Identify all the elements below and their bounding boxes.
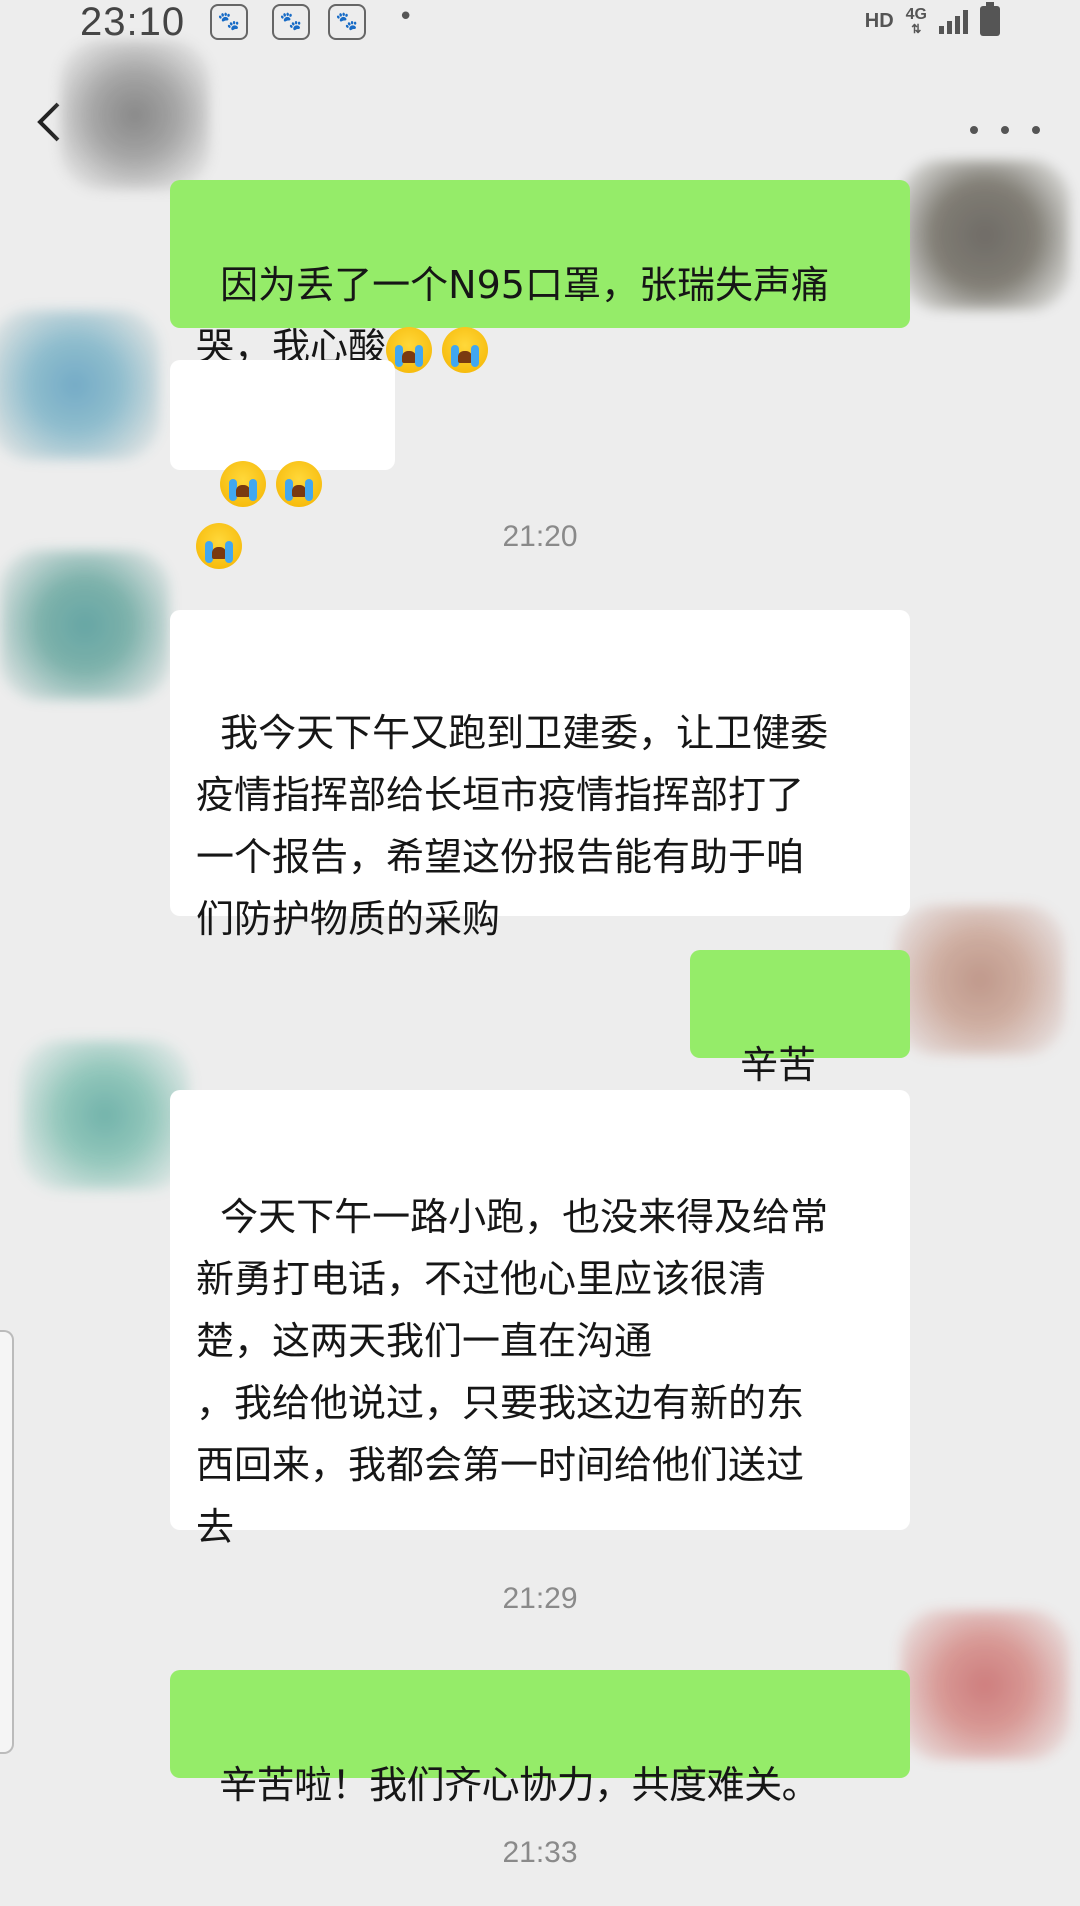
message-bubble-outgoing[interactable]: 因为丢了一个N95口罩，张瑞失声痛 哭，我心酸 — [170, 180, 910, 373]
network-type-label: 4G — [905, 6, 927, 23]
self-avatar[interactable] — [900, 160, 1070, 310]
status-time: 23:10 — [80, 0, 186, 44]
notification-dot-icon: • — [398, 2, 414, 32]
contact-avatar[interactable] — [0, 550, 170, 700]
baidu-paw-icon: 🐾 — [328, 4, 366, 40]
message-bubble-incoming[interactable]: 今天下午一路小跑，也没来得及给常 新勇打电话，不过他心里应该很清 楚，这两天我们… — [170, 1090, 910, 1549]
contact-avatar[interactable] — [20, 1040, 190, 1190]
self-avatar[interactable] — [895, 905, 1065, 1055]
message-text: 辛苦啦！我们齐心协力，共度难关。 — [219, 1763, 820, 1807]
crying-emoji-icon — [220, 460, 267, 507]
message-bubble-incoming[interactable]: 我今天下午又跑到卫建委，让卫健委 疫情指挥部给长垣市疫情指挥部打了 一个报告，希… — [170, 610, 910, 941]
timestamp: 21:33 — [502, 1836, 578, 1869]
battery-icon — [980, 2, 1000, 36]
message-bubble-incoming[interactable] — [170, 360, 395, 569]
network-type: 4G ⇅ — [905, 6, 927, 36]
message-text: 今天下午一路小跑，也没来得及给常 新勇打电话，不过他心里应该很清 楚，这两天我们… — [196, 1195, 829, 1549]
signal-icon — [939, 8, 968, 34]
crying-emoji-icon — [276, 460, 323, 507]
message-text: 我今天下午又跑到卫建委，让卫健委 疫情指挥部给长垣市疫情指挥部打了 一个报告，希… — [196, 711, 829, 941]
contact-avatar[interactable] — [0, 310, 160, 460]
status-right-cluster: HD 4G ⇅ — [864, 2, 1000, 36]
message-text: 因为丢了一个N95口罩，张瑞失声痛 哭，我心酸 — [196, 263, 829, 369]
redacted-contact-name — [60, 40, 210, 190]
message-bubble-outgoing[interactable]: 辛苦啦！我们齐心协力，共度难关。 — [170, 1670, 910, 1807]
timestamp: 21:29 — [502, 1582, 578, 1615]
data-arrows-icon: ⇅ — [911, 22, 922, 36]
message-bubble-outgoing[interactable]: 辛苦啦！ — [690, 950, 910, 1149]
timestamp: 21:20 — [502, 520, 578, 553]
more-button[interactable] — [970, 110, 1040, 150]
ellipsis-icon — [970, 126, 978, 134]
self-avatar[interactable] — [900, 1610, 1070, 1760]
crying-emoji-icon — [442, 326, 489, 373]
baidu-paw-icon: 🐾 — [272, 4, 310, 40]
baidu-paw-icon: 🐾 — [210, 4, 248, 40]
chat-header — [0, 40, 1080, 190]
side-handle[interactable] — [0, 1330, 14, 1754]
hd-label: HD — [864, 9, 894, 32]
